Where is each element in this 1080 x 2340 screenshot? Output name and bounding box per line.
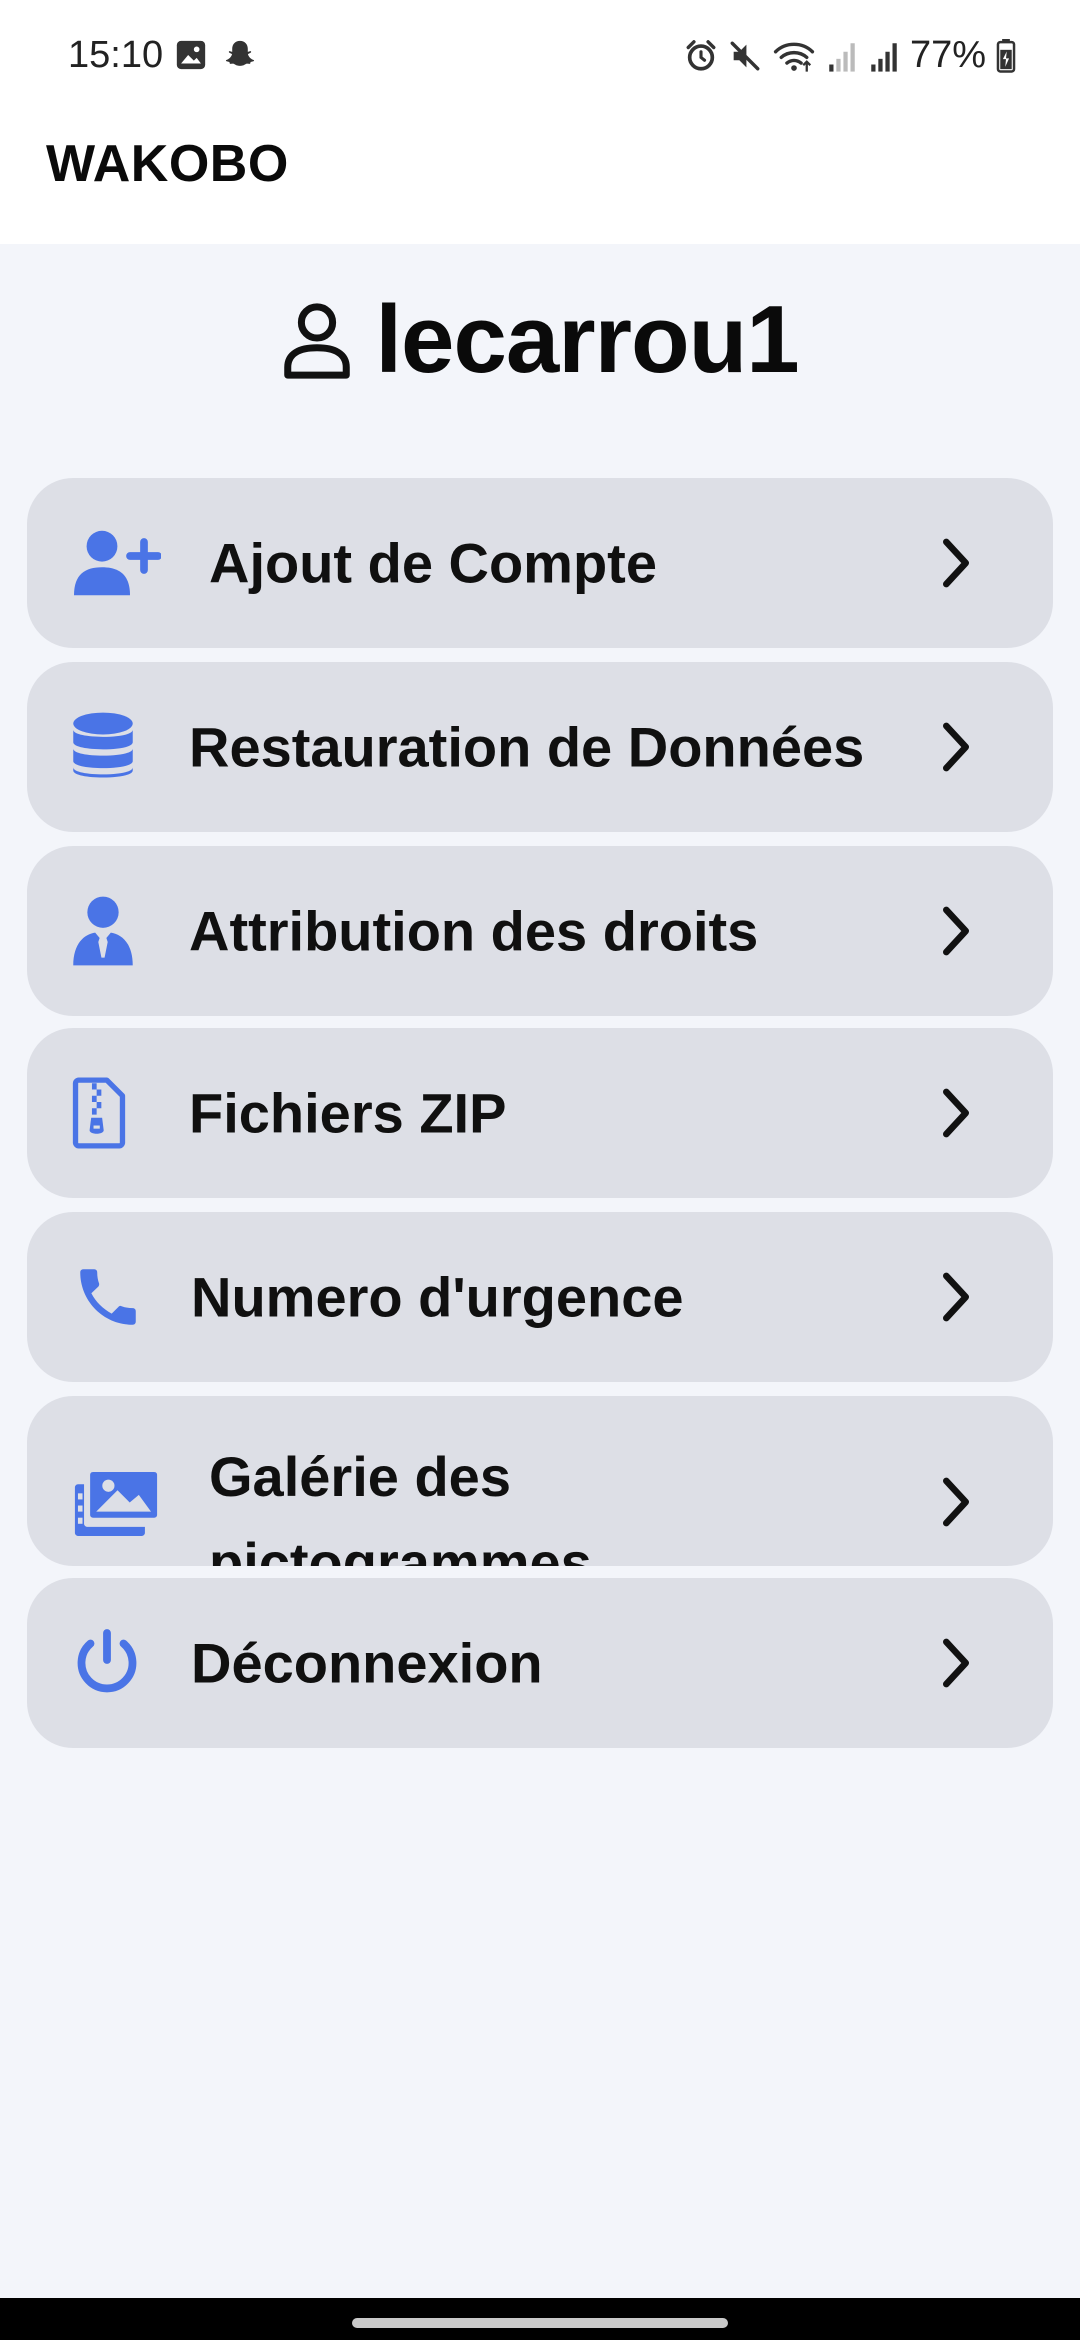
user-name: lecarrou1: [375, 286, 799, 393]
wifi-icon: [773, 42, 815, 72]
user-tie-icon: [71, 895, 135, 967]
chevron-right-icon: [943, 538, 969, 588]
zip-file-icon: [71, 1077, 127, 1149]
mute-icon: [730, 41, 760, 70]
app-title: WAKOBO: [46, 135, 289, 193]
user-plus-icon: [71, 528, 161, 598]
status-bar: 15:10 77%: [0, 0, 1080, 112]
app-bar: WAKOBO: [0, 112, 1080, 244]
signal-icon: [871, 42, 897, 72]
menu-item-pictogram-gallery[interactable]: Galérie des pictogrammes: [27, 1396, 1053, 1566]
menu-item-data-restoration[interactable]: Restauration de Données: [27, 662, 1053, 832]
status-right-icons: 77%: [684, 34, 1016, 77]
menu-item-label: Fichiers ZIP: [189, 1081, 507, 1145]
menu-item-emergency-number[interactable]: Numero d'urgence: [27, 1212, 1053, 1382]
chevron-right-icon: [943, 1272, 969, 1322]
chevron-right-icon: [943, 722, 969, 772]
menu-item-rights-attribution[interactable]: Attribution des droits: [27, 846, 1053, 1016]
person-outline-icon: [284, 303, 351, 379]
menu-item-add-account[interactable]: Ajout de Compte: [27, 478, 1053, 648]
menu-item-logout[interactable]: Déconnexion: [27, 1578, 1053, 1748]
system-navigation-bar: [0, 2298, 1080, 2340]
status-time: 15:10: [68, 34, 164, 76]
database-icon: [71, 711, 135, 783]
menu-item-label: Restauration de Données: [189, 715, 865, 779]
menu-item-label: Attribution des droits: [189, 899, 759, 963]
menu-item-label: Ajout de Compte: [209, 531, 657, 595]
alarm-icon: [686, 39, 716, 71]
chevron-right-icon: [943, 1088, 969, 1138]
snapchat-icon: [225, 40, 255, 66]
signal-icon: [829, 42, 855, 72]
status-left-icons: [174, 38, 258, 72]
phone-icon: [71, 1260, 145, 1334]
battery-percentage: 77%: [909, 34, 986, 76]
photo-gallery-icon: [71, 1469, 161, 1539]
image-icon: [176, 40, 206, 70]
user-header: lecarrou1: [0, 280, 1080, 400]
home-gesture-handle[interactable]: [352, 2318, 728, 2328]
menu-item-label: Numero d'urgence: [191, 1265, 684, 1329]
menu-item-label: Déconnexion: [191, 1631, 543, 1695]
menu-item-zip-files[interactable]: Fichiers ZIP: [27, 1028, 1053, 1198]
chevron-right-icon: [943, 1477, 969, 1527]
power-icon: [71, 1627, 143, 1699]
chevron-right-icon: [943, 1638, 969, 1688]
chevron-right-icon: [943, 906, 969, 956]
battery-icon: [996, 38, 1016, 73]
menu-item-label: Galérie des pictogrammes: [209, 1445, 592, 1566]
